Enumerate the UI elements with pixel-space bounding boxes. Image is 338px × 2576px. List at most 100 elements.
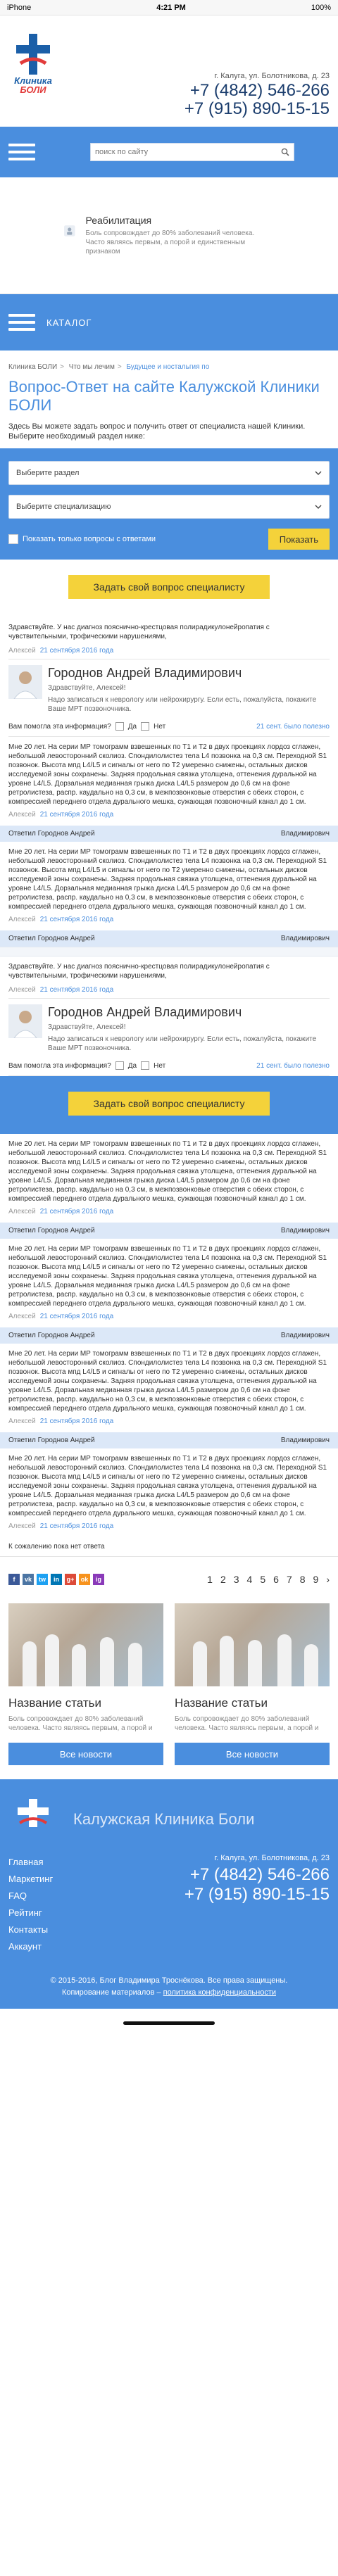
- home-indicator: [0, 2009, 338, 2037]
- helpful-yes-radio[interactable]: [115, 1061, 124, 1070]
- question-text: Здравствуйте. У нас диагноз пояснично-кр…: [8, 624, 270, 640]
- intro-line-1: Здесь Вы можете задать вопрос и получить…: [8, 422, 306, 431]
- header-phone-1[interactable]: +7 (4842) 546-266: [184, 82, 330, 100]
- page-link[interactable]: 3: [234, 1574, 239, 1585]
- promo-title: Реабилитация: [85, 215, 152, 226]
- share-and-pagination: f vk tw in g+ ok ig 1 2 3 4 5 6 7 8 9 ›: [0, 1557, 338, 1596]
- page-link[interactable]: 9: [313, 1574, 319, 1585]
- section-divider: [0, 947, 338, 956]
- section-select[interactable]: Выберите раздел: [8, 461, 330, 485]
- instagram-icon[interactable]: ig: [93, 1574, 104, 1585]
- odnoklassniki-icon[interactable]: ok: [79, 1574, 90, 1585]
- doctor-greeting: Здравствуйте, Алексей!: [48, 684, 126, 692]
- twitter-icon[interactable]: tw: [37, 1574, 48, 1585]
- answer-author: Алексей 21 сентября 2016 года: [8, 1418, 114, 1425]
- helpful-no-radio[interactable]: [141, 1061, 150, 1070]
- footer-menu: Главная Маркетинг FAQ Рейтинг Контакты А…: [8, 1854, 53, 1955]
- menu-icon[interactable]: [8, 144, 35, 160]
- chevron-down-icon: [315, 505, 322, 509]
- answer-text: Мне 20 лет. На серии МР томограмм взвеше…: [8, 1350, 327, 1413]
- answer-header[interactable]: Ответил Городнов Андрей Владимирович: [0, 930, 338, 947]
- rehab-promo: Реабилитация Боль сопровождает до 80% за…: [0, 177, 338, 294]
- vk-icon[interactable]: vk: [23, 1574, 34, 1585]
- linkedin-icon[interactable]: in: [51, 1574, 62, 1585]
- news-image[interactable]: [175, 1603, 330, 1686]
- answer-author: Алексей 21 сентября 2016 года: [8, 1208, 114, 1216]
- intro-line-2: Выберите необходимый раздел ниже:: [8, 432, 145, 441]
- search-icon[interactable]: [281, 148, 289, 156]
- footer-phone-2[interactable]: +7 (915) 890-15-15: [184, 1885, 330, 1905]
- page-title: Вопрос-Ответ на сайте Калужской Клиники …: [8, 378, 320, 414]
- ask-question-button[interactable]: Задать свой вопрос специалисту: [68, 575, 270, 599]
- page-link[interactable]: 4: [247, 1574, 253, 1585]
- pagination: 1 2 3 4 5 6 7 8 9 ›: [207, 1574, 330, 1585]
- promo-card[interactable]: Реабилитация Боль сопровождает до 80% за…: [63, 215, 275, 256]
- chevron-right-icon[interactable]: ›: [326, 1574, 330, 1585]
- show-button[interactable]: Показать: [268, 529, 330, 550]
- rehab-icon: [64, 225, 75, 236]
- google-plus-icon[interactable]: g+: [65, 1574, 76, 1585]
- helpful-no-radio[interactable]: [141, 722, 150, 731]
- promo-text: Боль сопровождает до 80% заболеваний чел…: [85, 229, 255, 255]
- chevron-down-icon: [315, 471, 322, 475]
- footer-link-faq[interactable]: FAQ: [8, 1888, 53, 1905]
- news-image[interactable]: [8, 1603, 163, 1686]
- doctor-reply-text: Надо записаться к неврологу или нейрохир…: [48, 1035, 317, 1052]
- answered-only-checkbox[interactable]: [8, 534, 18, 544]
- footer-link-account[interactable]: Аккаунт: [8, 1938, 53, 1955]
- footer-link-rating[interactable]: Рейтинг: [8, 1905, 53, 1921]
- all-news-button[interactable]: Все новости: [175, 1743, 330, 1765]
- answer-header[interactable]: Ответил Городнов Андрей Владимирович: [0, 1432, 338, 1448]
- clinic-logo[interactable]: Клиника БОЛИ: [8, 27, 58, 127]
- specialization-select-value: Выберите специализацию: [16, 503, 111, 511]
- facebook-icon[interactable]: f: [8, 1574, 20, 1585]
- footer-contacts: г. Калуга, ул. Болотникова, д. 23 +7 (48…: [184, 1854, 330, 1955]
- news-title[interactable]: Название статьи: [175, 1696, 330, 1710]
- footer-link-home[interactable]: Главная: [8, 1854, 53, 1871]
- header-phone-2[interactable]: +7 (915) 890-15-15: [184, 100, 330, 118]
- catalog-bar[interactable]: КАТАЛОГ: [0, 294, 338, 351]
- answer-header[interactable]: Ответил Городнов Андрей Владимирович: [0, 826, 338, 842]
- question-author: Алексей 21 сентября 2016 года: [8, 986, 114, 994]
- search-input[interactable]: [95, 148, 264, 156]
- doctor-name: Городнов Андрей Владимирович: [48, 666, 242, 680]
- news-text: Боль сопровождает до 80% заболеваний чел…: [8, 1715, 153, 1732]
- no-answer-note: К сожалению пока нет ответа: [0, 1537, 338, 1557]
- breadcrumb-section[interactable]: Что мы лечим: [69, 363, 115, 371]
- answer-text: Мне 20 лет. На серии МР томограмм взвеше…: [8, 1140, 327, 1203]
- copy-note: Копирование материалов –: [61, 1988, 161, 1997]
- doctor-name: Городнов Андрей Владимирович: [48, 1005, 242, 1019]
- news-title[interactable]: Название статьи: [8, 1696, 163, 1710]
- privacy-policy-link[interactable]: политика конфиденциальности: [163, 1988, 276, 1997]
- helpful-label: Вам помогла эта информация?: [8, 1061, 111, 1070]
- site-header: Клиника БОЛИ г. Калуга, ул. Болотникова,…: [0, 15, 338, 127]
- doctor-reply: Городнов Андрей Владимирович Здравствуйт…: [8, 659, 330, 718]
- answer-header[interactable]: Ответил Городнов Андрей Владимирович: [0, 1223, 338, 1239]
- answered-only-label: Показать только вопросы с ответами: [23, 535, 156, 543]
- page-link[interactable]: 5: [260, 1574, 265, 1585]
- page-link[interactable]: 6: [273, 1574, 279, 1585]
- breadcrumb: Клиника БОЛИ > Что мы лечим > Будущее и но…: [8, 363, 210, 371]
- catalog-menu-icon[interactable]: [8, 314, 35, 331]
- page-link[interactable]: 1: [207, 1574, 213, 1585]
- specialization-select[interactable]: Выберите специализацию: [8, 495, 330, 519]
- footer-phone-1[interactable]: +7 (4842) 546-266: [184, 1865, 330, 1885]
- page-link[interactable]: 2: [220, 1574, 226, 1585]
- footer-link-contacts[interactable]: Контакты: [8, 1921, 53, 1938]
- answer-author: Алексей 21 сентября 2016 года: [8, 811, 114, 819]
- ask-question-button[interactable]: Задать свой вопрос специалисту: [68, 1092, 270, 1116]
- header-contacts: г. Калуга, ул. Болотникова, д. 23 +7 (48…: [184, 27, 330, 127]
- answer-text: Мне 20 лет. На серии МР томограмм взвеше…: [8, 743, 327, 806]
- doctor-avatar: [8, 665, 42, 699]
- answer-header[interactable]: Ответил Городнов Андрей Владимирович: [0, 1327, 338, 1344]
- helpful-date: 21 сент. было полезно: [256, 1061, 330, 1070]
- answered-only-toggle[interactable]: Показать только вопросы с ответами: [8, 534, 156, 544]
- all-news-button[interactable]: Все новости: [8, 1743, 163, 1765]
- footer-link-marketing[interactable]: Маркетинг: [8, 1871, 53, 1888]
- page-link[interactable]: 8: [300, 1574, 306, 1585]
- status-bar: iPhone 4:21 PM 100%: [0, 0, 338, 15]
- helpful-yes-radio[interactable]: [115, 722, 124, 731]
- breadcrumb-home[interactable]: Клиника БОЛИ: [8, 363, 57, 371]
- footer-logo-icon[interactable]: [8, 1798, 58, 1841]
- page-link[interactable]: 7: [287, 1574, 292, 1585]
